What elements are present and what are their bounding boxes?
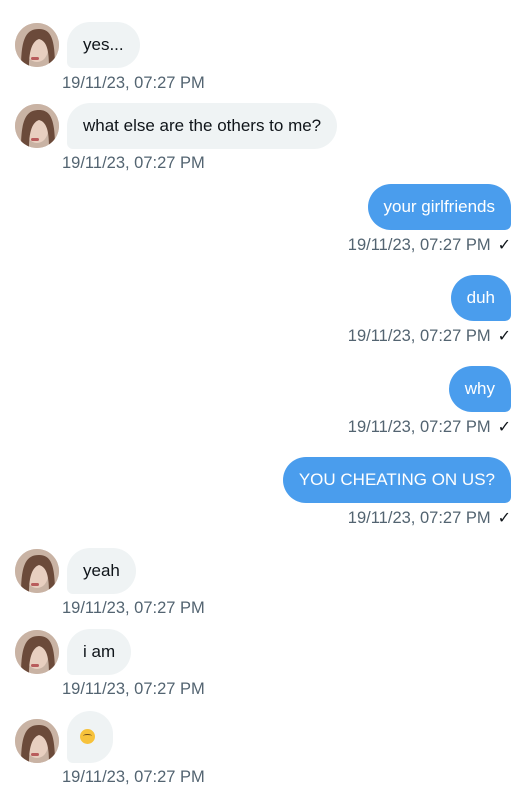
- message-bubble[interactable]: i am: [67, 629, 132, 675]
- timestamp-text: 19/11/23, 07:27 PM: [62, 680, 205, 698]
- timestamp-text: 19/11/23, 07:27 PM: [62, 154, 205, 172]
- message-timestamp: 19/11/23, 07:27 PM: [62, 680, 205, 699]
- message-bubble[interactable]: duh: [450, 275, 511, 321]
- timestamp-text: 19/11/23, 07:27 PM: [347, 418, 491, 436]
- timestamp-text: 19/11/23, 07:27 PM: [62, 599, 205, 617]
- timestamp-text: 19/11/23, 07:27 PM: [347, 236, 491, 254]
- timestamp-text: 19/11/23, 07:27 PM: [347, 327, 491, 345]
- timestamp-text: 19/11/23, 07:27 PM: [347, 509, 491, 527]
- message-timestamp: 19/11/23, 07:27 PM: [62, 154, 205, 173]
- avatar[interactable]: [15, 104, 59, 148]
- avatar[interactable]: [15, 719, 59, 763]
- message-bubble[interactable]: YOU CHEATING ON US?: [282, 457, 511, 503]
- sent-check-icon: ✓: [497, 237, 511, 254]
- avatar[interactable]: [15, 549, 59, 593]
- sent-check-icon: ✓: [497, 328, 511, 345]
- message-timestamp: 19/11/23, 07:27 PM: [62, 599, 205, 618]
- sent-check-icon: ✓: [497, 419, 511, 436]
- message-bubble[interactable]: what else are the others to me?: [67, 103, 338, 149]
- timestamp-text: 19/11/23, 07:27 PM: [62, 768, 205, 786]
- message-timestamp: 19/11/23, 07:27 PM ✓: [348, 235, 511, 255]
- avatar[interactable]: [15, 23, 59, 67]
- message-timestamp: 19/11/23, 07:27 PM ✓: [348, 326, 511, 346]
- timestamp-text: 19/11/23, 07:27 PM: [62, 74, 205, 92]
- avatar[interactable]: [15, 630, 59, 674]
- sent-check-icon: ✓: [497, 510, 511, 527]
- message-bubble[interactable]: yeah: [67, 548, 136, 594]
- message-timestamp: 19/11/23, 07:27 PM ✓: [348, 508, 511, 528]
- message-bubble[interactable]: your girlfriends: [367, 184, 511, 230]
- message-bubble[interactable]: why: [448, 366, 511, 412]
- slightly-smiling-face-emoji: [80, 729, 95, 745]
- message-timestamp: 19/11/23, 07:27 PM: [62, 74, 205, 93]
- message-thread: yes... 19/11/23, 07:27 PM what else are …: [0, 0, 526, 810]
- message-bubble[interactable]: yes...: [67, 22, 140, 68]
- message-timestamp: 19/11/23, 07:27 PM ✓: [348, 417, 511, 437]
- message-timestamp: 19/11/23, 07:27 PM: [62, 768, 205, 787]
- message-bubble[interactable]: [67, 711, 113, 763]
